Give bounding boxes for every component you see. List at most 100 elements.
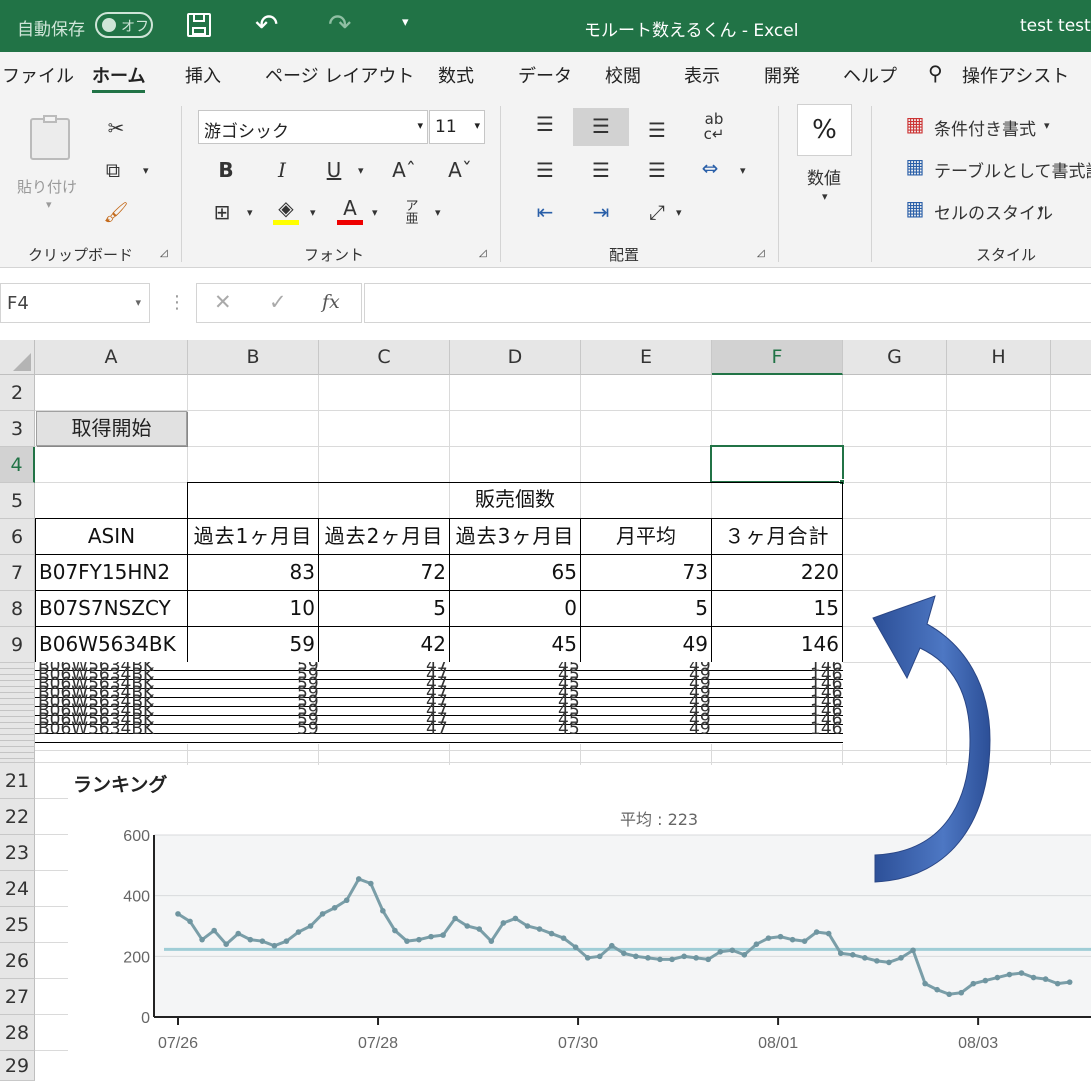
underline-dropdown-icon[interactable]: ▾ [358, 164, 364, 177]
insert-function-icon[interactable]: fx [322, 291, 340, 313]
cell-c7[interactable]: 72 [319, 555, 446, 589]
row-header-21[interactable]: 21 [0, 763, 35, 799]
row-header-25[interactable]: 25 [0, 907, 35, 943]
row-header-9[interactable]: 9 [0, 627, 35, 663]
name-box[interactable]: F4 ▾ [0, 283, 150, 323]
column-header-g[interactable]: G [843, 340, 947, 375]
active-cell[interactable] [710, 445, 844, 483]
cell-c9[interactable]: 42 [319, 627, 446, 661]
font-color-icon[interactable]: A [337, 198, 363, 225]
cancel-icon[interactable]: ✕ [214, 290, 232, 314]
column-header-h[interactable]: H [947, 340, 1051, 375]
row-header-22[interactable]: 22 [0, 799, 35, 835]
wrap-text-icon[interactable]: ab c↵ [700, 112, 728, 142]
phonetic-dropdown-icon[interactable]: ▾ [435, 206, 441, 219]
percent-format-icon[interactable]: % [797, 104, 852, 156]
header-three-month-total[interactable]: ３ヶ月合計 [712, 519, 842, 553]
row-header-2[interactable]: 2 [0, 375, 35, 411]
increase-font-size-icon[interactable]: Aˆ [390, 160, 418, 180]
number-dropdown-icon[interactable]: ▾ [822, 190, 828, 203]
column-header-b[interactable]: B [188, 340, 319, 375]
font-launcher-icon[interactable]: ◿ [479, 248, 487, 259]
cell-d9[interactable]: 45 [450, 627, 577, 661]
row-header-5[interactable]: 5 [0, 483, 35, 519]
row-header-27[interactable]: 27 [0, 979, 35, 1015]
autosave-toggle[interactable]: オフ [95, 12, 153, 38]
row-header-23[interactable]: 23 [0, 835, 35, 871]
cell-e7[interactable]: 73 [581, 555, 708, 589]
row-header-3[interactable]: 3 [0, 411, 35, 447]
formula-input[interactable] [364, 283, 1091, 323]
font-name-select[interactable]: 游ゴシック ▾ [198, 110, 428, 144]
cell-f9[interactable]: 146 [712, 627, 839, 661]
cell-f8[interactable]: 15 [712, 591, 839, 625]
column-header-c[interactable]: C [319, 340, 450, 375]
cell-e8[interactable]: 5 [581, 591, 708, 625]
format-painter-icon[interactable]: 🖌 [102, 202, 130, 222]
cell-c8[interactable]: 5 [319, 591, 446, 625]
row-header-6[interactable]: 6 [0, 519, 35, 555]
header-month-1[interactable]: 過去1ヶ月目 [188, 519, 318, 553]
enter-icon[interactable]: ✓ [269, 290, 287, 314]
cell-d8[interactable]: 0 [450, 591, 577, 625]
column-header-d[interactable]: D [450, 340, 581, 375]
cell-asin-1[interactable]: B07FY15HN2 [39, 555, 185, 589]
row-header-26[interactable]: 26 [0, 943, 35, 979]
merge-dropdown-icon[interactable]: ▾ [740, 164, 746, 177]
cell-styles-button[interactable]: セルのスタイル [934, 199, 1053, 224]
cell-styles-dropdown-icon[interactable]: ▾ [1038, 203, 1044, 216]
header-month-2[interactable]: 過去2ヶ月目 [319, 519, 449, 553]
column-header-a[interactable]: A [35, 340, 188, 375]
bold-icon[interactable]: B [214, 160, 238, 180]
cell-asin-2[interactable]: B07S7NSZCY [39, 591, 185, 625]
column-header-e[interactable]: E [581, 340, 712, 375]
align-left-icon[interactable]: ☰ [531, 160, 559, 180]
tell-me-search[interactable]: 操作アシスト [962, 62, 1069, 88]
borders-dropdown-icon[interactable]: ▾ [247, 206, 253, 219]
increase-indent-icon[interactable]: ⇥ [587, 202, 615, 222]
cell-f7[interactable]: 220 [712, 555, 839, 589]
column-header-i[interactable] [1051, 340, 1091, 375]
cell-b7[interactable]: 83 [188, 555, 315, 589]
paste-label[interactable]: 貼り付け [17, 176, 77, 197]
align-top-icon[interactable]: ☰ [531, 114, 559, 134]
row-header-7[interactable]: 7 [0, 555, 35, 591]
tab-developer[interactable]: 開発 [764, 62, 800, 88]
align-right-icon[interactable]: ☰ [643, 160, 671, 180]
curved-arrow-shape[interactable] [865, 590, 1025, 890]
orientation-dropdown-icon[interactable]: ▾ [676, 206, 682, 219]
row-header-29[interactable]: 29 [0, 1051, 35, 1081]
quick-access-dropdown-icon[interactable]: ▾ [402, 15, 409, 30]
copy-dropdown-icon[interactable]: ▾ [143, 164, 149, 177]
number-format-label[interactable]: 数値 [807, 164, 841, 189]
tab-review[interactable]: 校閲 [605, 62, 641, 88]
tab-data[interactable]: データ [518, 62, 572, 88]
format-as-table-icon[interactable]: ▦ [903, 156, 927, 176]
row-header-28[interactable]: 28 [0, 1015, 35, 1051]
conditional-dropdown-icon[interactable]: ▾ [1044, 119, 1050, 132]
worksheet-grid[interactable]: A B C D E F G H 2 3 4 5 6 7 8 9 21 22 23… [0, 340, 1091, 1081]
fill-color-dropdown-icon[interactable]: ▾ [310, 206, 316, 219]
column-header-f[interactable]: F [712, 340, 843, 375]
cell-e9[interactable]: 49 [581, 627, 708, 661]
copy-icon[interactable]: ⧉ [100, 160, 126, 180]
header-month-3[interactable]: 過去3ヶ月目 [450, 519, 580, 553]
paste-dropdown-icon[interactable]: ▾ [46, 198, 52, 211]
cell-d7[interactable]: 65 [450, 555, 577, 589]
merge-center-icon[interactable]: ⇔ [696, 158, 724, 178]
conditional-formatting-button[interactable]: 条件付き書式 [934, 115, 1036, 140]
row-header-24[interactable]: 24 [0, 871, 35, 907]
cell-b8[interactable]: 10 [188, 591, 315, 625]
cell-b9[interactable]: 59 [188, 627, 315, 661]
phonetic-guide-icon[interactable]: ア亜 [400, 200, 424, 226]
header-asin[interactable]: ASIN [36, 519, 187, 553]
font-size-select[interactable]: 11 ▾ [429, 110, 485, 144]
orientation-icon[interactable]: ⤢ [643, 202, 671, 222]
undo-icon[interactable]: ↶ [255, 8, 278, 41]
tab-insert[interactable]: 挿入 [185, 62, 221, 88]
underline-icon[interactable]: U [322, 160, 346, 180]
clipboard-launcher-icon[interactable]: ◿ [160, 248, 168, 259]
header-sales-count[interactable]: 販売個数 [188, 482, 842, 516]
header-monthly-average[interactable]: 月平均 [581, 519, 711, 553]
tab-home[interactable]: ホーム [92, 62, 146, 93]
